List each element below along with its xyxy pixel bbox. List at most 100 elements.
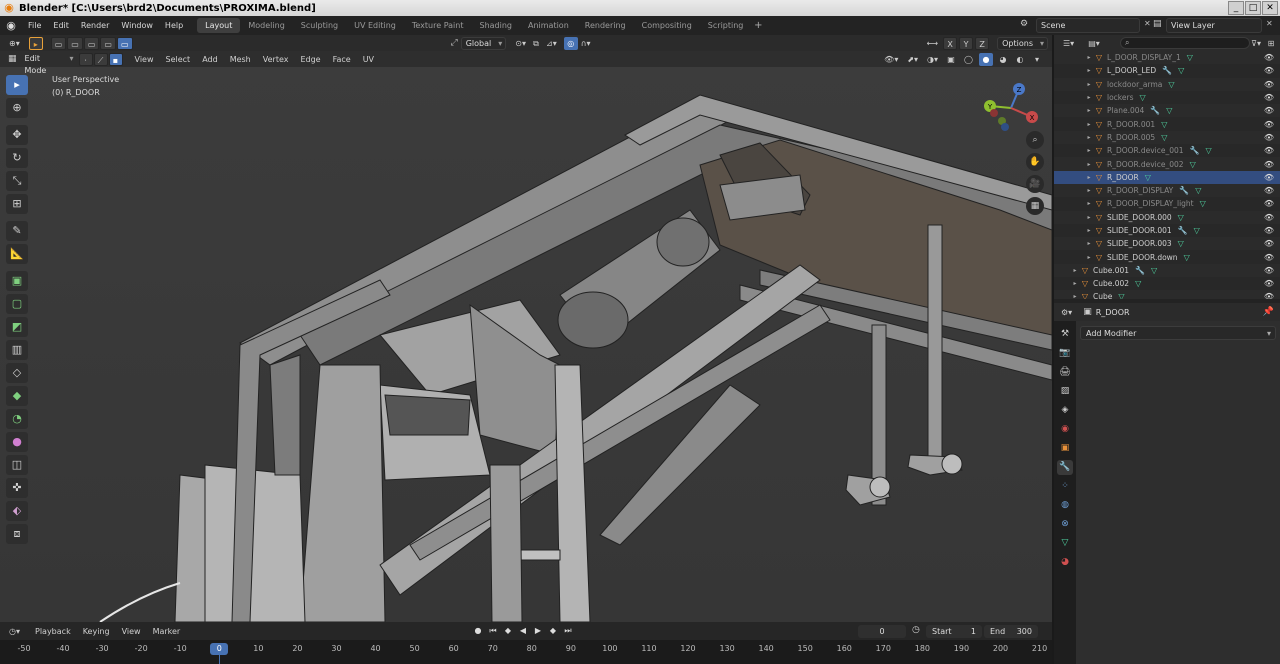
- perspective-toggle-icon[interactable]: ▦: [1026, 197, 1044, 215]
- transform-tool[interactable]: ⊞: [6, 194, 28, 214]
- outliner-row[interactable]: ▸ ▽ SLIDE_DOOR.001 🔧 ▽ 👁: [1054, 224, 1280, 237]
- poly-build-tool[interactable]: ◆: [6, 386, 28, 406]
- menu-marker[interactable]: Marker: [147, 627, 187, 636]
- scene-close-icon[interactable]: ✕: [1144, 19, 1151, 28]
- filter-icon[interactable]: ⊽▾: [1248, 37, 1264, 50]
- menu-window[interactable]: Window: [115, 21, 159, 30]
- menu-edge[interactable]: Edge: [294, 55, 326, 64]
- view-layer-close-icon[interactable]: ✕: [1266, 19, 1273, 28]
- proportional-edit-icon[interactable]: ◎: [563, 36, 578, 50]
- expand-icon[interactable]: ▸: [1084, 254, 1094, 261]
- visibility-eye-icon[interactable]: 👁: [1264, 146, 1274, 155]
- expand-icon[interactable]: ▸: [1084, 147, 1094, 154]
- gizmo-toggle-icon[interactable]: ⬈▾: [904, 53, 921, 66]
- current-frame-indicator[interactable]: 0: [210, 643, 229, 655]
- outliner-row[interactable]: ▸ ▽ SLIDE_DOOR.003 ▽ 👁: [1054, 237, 1280, 251]
- outliner-row[interactable]: ▸ ▽ lockers ▽ 👁: [1054, 91, 1280, 104]
- start-frame-field[interactable]: Start 1: [926, 625, 982, 638]
- outliner-row[interactable]: ▸ ▽ Plane.004 🔧 ▽ 👁: [1054, 104, 1280, 118]
- select-box-tool[interactable]: ▸: [6, 75, 28, 95]
- shear-tool[interactable]: ⬖: [6, 501, 28, 521]
- expand-icon[interactable]: ▸: [1084, 134, 1094, 141]
- options-dropdown[interactable]: Options: [997, 36, 1048, 50]
- pivot-point-icon[interactable]: ⊙▾: [512, 37, 529, 50]
- visibility-eye-icon[interactable]: 👁: [1264, 93, 1274, 102]
- knife-tool[interactable]: ◇: [6, 363, 28, 383]
- auto-key-icon[interactable]: ●: [472, 625, 484, 637]
- mirror-icon[interactable]: ⟷: [924, 37, 941, 50]
- expand-icon[interactable]: ▸: [1070, 280, 1080, 287]
- tab-scripting[interactable]: Scripting: [700, 18, 752, 33]
- add-workspace-icon[interactable]: +: [751, 20, 765, 31]
- data-tab-icon[interactable]: ▽: [1057, 536, 1073, 551]
- menu-render[interactable]: Render: [75, 21, 115, 30]
- outliner-row[interactable]: ▸ ▽ Cube.002 ▽ 👁: [1054, 277, 1280, 290]
- select-mode-extend-icon[interactable]: ▭: [67, 36, 83, 50]
- menu-help[interactable]: Help: [159, 21, 189, 30]
- properties-editor-type-icon[interactable]: ⚙▾: [1058, 306, 1075, 319]
- menu-mesh[interactable]: Mesh: [224, 55, 257, 64]
- expand-icon[interactable]: ▸: [1084, 161, 1094, 168]
- material-tab-icon[interactable]: ◕: [1057, 555, 1073, 570]
- expand-icon[interactable]: ▸: [1084, 54, 1094, 61]
- visibility-eye-icon[interactable]: 👁: [1264, 226, 1274, 235]
- snap-icon[interactable]: ⧉: [529, 37, 543, 50]
- visibility-eye-icon[interactable]: 👁: [1264, 239, 1274, 248]
- axis-x-toggle[interactable]: X: [943, 36, 958, 50]
- new-collection-icon[interactable]: ⊞: [1264, 37, 1278, 50]
- select-mode-intersect-icon[interactable]: ▭: [116, 36, 133, 50]
- visibility-eye-icon[interactable]: 👁: [1264, 106, 1274, 115]
- rotate-tool[interactable]: ↻: [6, 148, 28, 168]
- menu-face[interactable]: Face: [327, 55, 357, 64]
- modifier-tab-icon[interactable]: 🔧: [1057, 460, 1073, 475]
- outliner-row[interactable]: ▸ ▽ R_DOOR_DISPLAY_light ▽ 👁: [1054, 197, 1280, 210]
- visibility-eye-icon[interactable]: 👁: [1264, 133, 1274, 142]
- visibility-eye-icon[interactable]: 👁: [1264, 80, 1274, 89]
- pin-icon[interactable]: 📌: [1263, 307, 1274, 317]
- menu-playback[interactable]: Playback: [29, 627, 77, 636]
- edge-select-icon[interactable]: ⟋: [93, 52, 108, 66]
- rendered-shading-icon[interactable]: ◐: [1013, 53, 1027, 66]
- measure-tool[interactable]: 📐: [6, 244, 28, 264]
- prev-keyframe-icon[interactable]: ◆: [502, 625, 514, 637]
- outliner-row[interactable]: ▸ ▽ R_DOOR_DISPLAY 🔧 ▽ 👁: [1054, 183, 1280, 198]
- loop-cut-tool[interactable]: ▥: [6, 340, 28, 360]
- close-button[interactable]: ✕: [1262, 1, 1278, 15]
- editor-type-icon[interactable]: ⊕▾: [6, 37, 23, 50]
- menu-add[interactable]: Add: [196, 55, 224, 64]
- select-mode-new-icon[interactable]: ▭: [50, 36, 67, 50]
- tab-modeling[interactable]: Modeling: [240, 18, 292, 33]
- cursor-tool[interactable]: ⊕: [6, 98, 28, 118]
- annotate-tool[interactable]: ✎: [6, 221, 28, 241]
- visibility-eye-icon[interactable]: 👁: [1264, 292, 1274, 299]
- select-mode-subtract-icon[interactable]: ▭: [83, 36, 100, 50]
- tab-texture-paint[interactable]: Texture Paint: [404, 18, 472, 33]
- transform-orientation-dropdown[interactable]: Global: [460, 36, 507, 50]
- 3d-viewport[interactable]: ⊕▾ ▸ ▭ ▭ ▭ ▭ ▭ ⤢ Global ⊙▾ ⧉ ⊿▾ ◎ ∩▾ ⟷ X…: [0, 35, 1052, 622]
- outliner-row[interactable]: ▸ ▽ L_DOOR_LED 🔧 ▽ 👁: [1054, 64, 1280, 77]
- visibility-eye-icon[interactable]: 👁: [1264, 160, 1274, 169]
- outliner-row[interactable]: ▸ ▽ SLIDE_DOOR.down ▽ 👁: [1054, 250, 1280, 263]
- rip-region-tool[interactable]: ⧈: [6, 524, 28, 544]
- timeline-ruler[interactable]: -50 -40 -30 -20 -10 0 10 20 30 40 50 60 70 80 90 100 110…: [0, 640, 1052, 664]
- face-select-icon[interactable]: ▪: [108, 52, 123, 66]
- solid-shading-icon[interactable]: ●: [979, 52, 993, 66]
- outliner-row[interactable]: ▸ ▽ R_DOOR.005 ▽ 👁: [1054, 130, 1280, 145]
- outliner-row[interactable]: ▸ ▽ L_DOOR_DISPLAY_1 ▽ 👁: [1054, 51, 1280, 65]
- tab-compositing[interactable]: Compositing: [634, 18, 700, 33]
- output-tab-icon[interactable]: 🖨: [1057, 365, 1073, 380]
- world-tab-icon[interactable]: ◉: [1057, 422, 1073, 437]
- menu-vertex[interactable]: Vertex: [257, 55, 295, 64]
- outliner-row[interactable]: ▸ ▽ R_DOOR.001 ▽ 👁: [1054, 117, 1280, 130]
- view-layer-tab-icon[interactable]: ▨: [1057, 384, 1073, 399]
- visibility-eye-icon[interactable]: 👁: [1264, 253, 1274, 262]
- select-mode-invert-icon[interactable]: ▭: [100, 36, 116, 50]
- play-icon[interactable]: ▶: [532, 625, 544, 637]
- move-tool[interactable]: ✥: [6, 125, 28, 145]
- tab-rendering[interactable]: Rendering: [577, 18, 634, 33]
- view-layer-icon[interactable]: ▤: [1153, 19, 1162, 29]
- shrink-fatten-tool[interactable]: ✜: [6, 478, 28, 498]
- tab-sculpting[interactable]: Sculpting: [293, 18, 346, 33]
- render-tab-icon[interactable]: 📷: [1057, 346, 1073, 361]
- outliner-row[interactable]: ▸ ▽ SLIDE_DOOR.000 ▽ 👁: [1054, 210, 1280, 224]
